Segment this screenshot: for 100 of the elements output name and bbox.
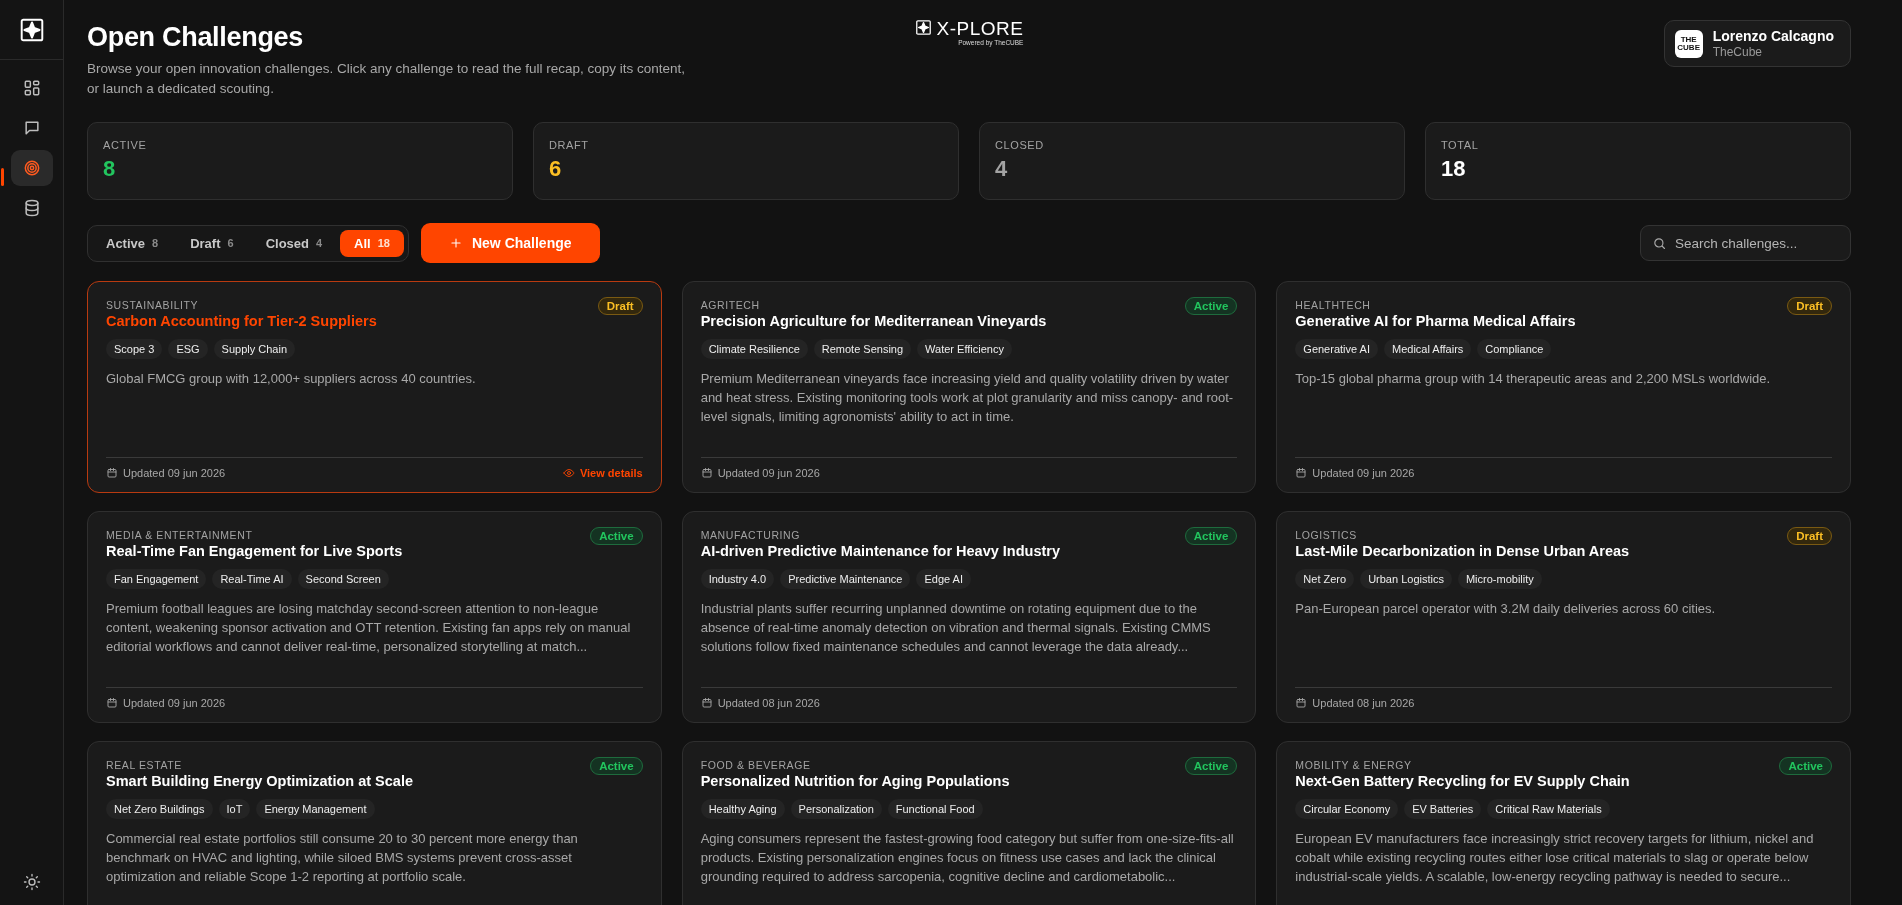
- stat-value: 6: [549, 156, 563, 182]
- calendar-icon: [106, 697, 118, 709]
- updated-date: Updated 09 jun 2026: [717, 467, 820, 479]
- tag: Generative AI: [1295, 339, 1378, 359]
- card-title: Last-Mile Decarbonization in Dense Urban Areas: [1295, 543, 1630, 559]
- tag: Micro-mobility: [1457, 569, 1542, 589]
- tag: Compliance: [1477, 339, 1552, 359]
- status-badge: Active: [1184, 527, 1238, 545]
- filter-tab[interactable]: Draft 6: [176, 229, 248, 257]
- status-badge: Active: [1779, 757, 1832, 775]
- challenge-card[interactable]: SUSTAINABILITY Carbon Accounting for Tier-2 Suppliers Draft Scope 3 ESG Supply Chain Global FMCG group with 12,000+ suppliers across 40 countries. Updated 09 jun 2026 View details: [87, 281, 662, 493]
- filter-tab[interactable]: Closed 4: [251, 229, 337, 257]
- logo-icon: [18, 16, 45, 43]
- tag: Industry 4.0: [700, 569, 775, 589]
- calendar-icon: [106, 467, 118, 479]
- card-category: MEDIA & ENTERTAINMENT: [106, 529, 254, 541]
- card-category: MANUFACTURING: [700, 529, 802, 541]
- challenge-card[interactable]: [681, 741, 1257, 905]
- tag: Personalization: [790, 799, 882, 819]
- tag: ESG: [168, 339, 208, 359]
- card-description: Industrial plants suffer recurring unplanned downtime on rotating equipment due to the absence of real-time anomaly detection on vibration and thermal signals. Existing CMMS solutions follow fixed maintenance schedules and cannot leverage the data already...: [700, 600, 1212, 656]
- card-description: Premium football leagues are losing matchday second-screen attention to non-league content, weakening sponsor activation and OTT retention. Existing fan apps rely on manual editorial workflows and cannot deliver real-time, personalized storytelling at match...: [106, 600, 632, 656]
- tag: Fan Engagement: [106, 569, 207, 589]
- challenge-card[interactable]: [87, 741, 662, 905]
- card-category: LOGISTICS: [1295, 529, 1358, 541]
- brand-name: X-PLORE: [936, 19, 1024, 39]
- challenge-card[interactable]: [681, 281, 1257, 493]
- challenge-card[interactable]: LOGISTICS Last-Mile Decarbonization in Dense Urban Areas Draft Net Zero Urban Logistics Micro-mobility Pan-European parcel operator with 3.2M daily deliveries across 60 cities. Updated 08 jun 2026: [1276, 511, 1851, 723]
- tag: Edge AI: [916, 569, 972, 589]
- card-title: Precision Agriculture for Mediterranean Vineyards: [700, 313, 1047, 329]
- stat-label: TOTAL: [1441, 139, 1480, 151]
- filter-tab[interactable]: Active 8: [92, 229, 173, 257]
- card-description: Aging consumers represent the fastest-growing food category but suffer from one-size-fits-all products. Existing personalization engines focus on fitness use cases and lack the clinical grounding required to address sarcopenia, cognitive decline and cardiometabolic...: [700, 830, 1235, 886]
- eye-icon: [562, 467, 575, 479]
- tag: Healthy Aging: [700, 799, 785, 819]
- status-badge: Active: [590, 527, 643, 545]
- card-category: SUSTAINABILITY: [106, 299, 200, 311]
- stat-label: ACTIVE: [103, 139, 148, 151]
- tag: Medical Affairs: [1384, 339, 1472, 359]
- status-badge: Active: [1184, 297, 1238, 315]
- card-description: European EV manufacturers face increasingly strict recovery targets for lithium, nickel and cobalt while existing recycling routes either lose critical materials to slag or operate below industrial-scale yields. A scalable, low-energy recycling pathway is needed to secure...: [1295, 830, 1815, 886]
- avatar: THE CUBE: [1674, 29, 1703, 58]
- tag: Net Zero: [1295, 569, 1355, 589]
- tag: Supply Chain: [213, 339, 296, 359]
- challenge-card[interactable]: [681, 511, 1257, 723]
- status-badge: Active: [1184, 757, 1238, 775]
- user-organization: TheCube: [1712, 45, 1763, 59]
- updated-date: Updated 09 jun 2026: [1312, 467, 1415, 479]
- tag: Climate Resilience: [700, 339, 808, 359]
- card-title: Generative AI for Pharma Medical Affairs: [1295, 313, 1576, 329]
- card-category: HEALTHTECH: [1295, 299, 1372, 311]
- card-title: Smart Building Energy Optimization at Scale: [106, 773, 413, 789]
- updated-date: Updated 08 jun 2026: [1312, 697, 1415, 709]
- card-description: Pan-European parcel operator with 3.2M daily deliveries across 60 cities.: [1295, 600, 1717, 618]
- stat-label: CLOSED: [995, 139, 1045, 151]
- tag: Circular Economy: [1295, 799, 1399, 819]
- card-title: AI-driven Predictive Maintenance for Heavy Industry: [700, 543, 1061, 559]
- updated-date: Updated 08 jun 2026: [717, 697, 820, 709]
- card-description: Global FMCG group with 12,000+ suppliers across 40 countries.: [106, 370, 477, 388]
- tag: Urban Logistics: [1360, 569, 1452, 589]
- card-description: Premium Mediterranean vineyards face increasing yield and quality volatility driven by water and heat stress. Existing monitoring tools work at plot granularity and miss canopy- and root-level signals, limiting agronomists' ability to act in time.: [700, 370, 1235, 426]
- card-category: REAL ESTATE: [106, 759, 183, 771]
- tag: Water Efficiency: [917, 339, 1012, 359]
- stat-value: 8: [103, 156, 117, 182]
- updated-date: Updated 09 jun 2026: [123, 467, 226, 479]
- challenge-card[interactable]: [87, 511, 662, 723]
- user-name: Lorenzo Calcagno: [1712, 28, 1834, 44]
- search-field[interactable]: Search challenges...: [1640, 225, 1851, 261]
- challenge-card[interactable]: [1276, 741, 1851, 905]
- stat-value: 4: [995, 156, 1009, 182]
- card-category: FOOD & BEVERAGE: [700, 759, 812, 771]
- logo-icon: [914, 19, 932, 36]
- plus-icon: [448, 236, 463, 250]
- status-badge: Draft: [1787, 297, 1832, 315]
- tag: EV Batteries: [1404, 799, 1482, 819]
- tag: Functional Food: [887, 799, 983, 819]
- tag: Net Zero Buildings: [106, 799, 213, 819]
- card-description: Top-15 global pharma group with 14 therapeutic areas and 2,200 MSLs worldwide.: [1295, 370, 1772, 388]
- tag: Remote Sensing: [813, 339, 912, 359]
- card-title: Real-Time Fan Engagement for Live Sports: [106, 543, 403, 559]
- sun-icon[interactable]: [22, 873, 41, 891]
- calendar-icon: [700, 467, 713, 479]
- stat-label: DRAFT: [549, 139, 590, 151]
- tag: Predictive Maintenance: [780, 569, 911, 589]
- card-category: MOBILITY & ENERGY: [1295, 759, 1413, 771]
- status-badge: Active: [590, 757, 643, 775]
- card-title: Personalized Nutrition for Aging Populations: [700, 773, 1010, 789]
- calendar-icon: [700, 697, 713, 709]
- updated-date: Updated 09 jun 2026: [123, 697, 226, 709]
- calendar-icon: [1295, 467, 1308, 479]
- calendar-icon: [1295, 697, 1308, 709]
- view-details-link[interactable]: View details: [562, 467, 643, 479]
- user-profile[interactable]: THE CUBE Lorenzo Calcagno TheCube: [1663, 20, 1851, 67]
- tag: Critical Raw Materials: [1487, 799, 1610, 819]
- stat-value: 18: [1441, 156, 1467, 182]
- tag: IoT: [218, 799, 251, 819]
- card-title: Next-Gen Battery Recycling for EV Supply Chain: [1295, 773, 1630, 789]
- challenge-card[interactable]: HEALTHTECH Generative AI for Pharma Medical Affairs Draft Generative AI Medical Affairs Compliance Top-15 global pharma group with 14 therapeutic areas and 2,200 MSLs worldwide. Updated 09 jun 2026: [1276, 281, 1851, 493]
- card-description: Commercial real estate portfolios still consume 20 to 30 percent more energy than benchmark on HVAC and lighting, while siloed BMS systems prevent cross-asset optimization and reliable Scope 1-2 reporting at portfolio scale.: [106, 830, 579, 886]
- tag: Scope 3: [106, 339, 163, 359]
